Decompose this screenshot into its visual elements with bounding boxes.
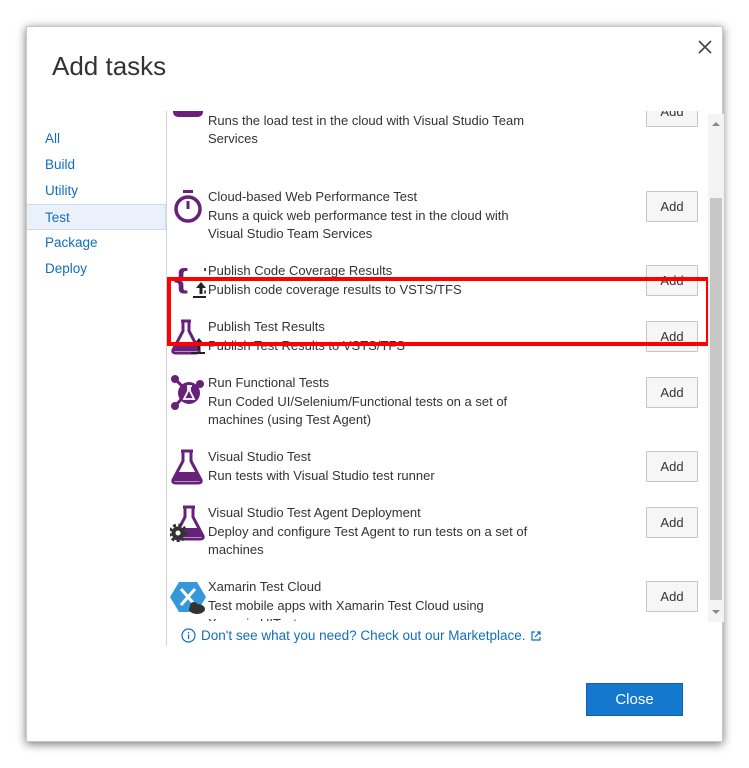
nav-item-build[interactable]: Build: [27, 152, 166, 178]
task-item-cloud-load-test: Runs the load test in the cloud with Vis…: [167, 111, 707, 167]
scroll-down-icon[interactable]: [708, 605, 724, 619]
task-description: Runs a quick web performance test in the…: [208, 208, 509, 241]
task-name: Publish Code Coverage Results: [208, 263, 393, 278]
cloud-load-test-icon: [173, 111, 203, 117]
flask-upload-icon: [171, 319, 205, 355]
task-description: Test mobile apps with Xamarin Test Cloud…: [208, 598, 484, 621]
add-button-visual-studio-test[interactable]: Add: [646, 451, 698, 482]
task-name: Visual Studio Test Agent Deployment: [208, 505, 421, 520]
category-nav: All Build Utility Test Package Deploy: [27, 126, 166, 282]
task-description: Run Coded UI/Selenium/Functional tests o…: [208, 394, 508, 427]
xamarin-icon: [170, 582, 206, 614]
dialog-close-icon[interactable]: [693, 35, 717, 59]
task-description: Publish code coverage results to VSTS/TF…: [208, 282, 462, 297]
add-button-cloud-web-perf-test[interactable]: Add: [646, 191, 698, 222]
add-tasks-dialog: Add tasks All Build Utility Test Package…: [26, 26, 724, 742]
flask-gear-icon: [170, 505, 205, 542]
scroll-up-icon[interactable]: [708, 117, 724, 131]
add-button-publish-test-results[interactable]: Add: [646, 321, 698, 352]
flask-network-icon: [171, 375, 204, 410]
scroll-thumb[interactable]: [710, 198, 722, 600]
nav-item-all[interactable]: All: [27, 126, 166, 152]
task-name: Publish Test Results: [208, 319, 325, 334]
flask-icon: [171, 449, 203, 485]
add-button-publish-code-coverage[interactable]: Add: [646, 265, 698, 296]
external-link-icon: [530, 630, 541, 641]
add-button-cloud-load-test[interactable]: Add: [646, 111, 698, 127]
nav-item-utility[interactable]: Utility: [27, 178, 166, 204]
task-description: Runs the load test in the cloud with Vis…: [208, 113, 525, 146]
task-item-xamarin-test-cloud: Xamarin Test Cloud Test mobile apps with…: [167, 578, 707, 621]
task-name: Visual Studio Test: [208, 449, 311, 464]
curly-braces-upload-icon: { }: [171, 263, 206, 298]
task-description: Run tests with Visual Studio test runner: [208, 468, 435, 483]
stopwatch-icon: [174, 190, 202, 223]
dialog-title: Add tasks: [52, 51, 167, 81]
task-list-scrollbar[interactable]: [708, 114, 724, 622]
nav-item-test[interactable]: Test: [27, 204, 166, 230]
task-description: Publish Test Results to VSTS/TFS: [208, 338, 405, 353]
marketplace-link[interactable]: Don't see what you need? Check out our M…: [181, 628, 547, 643]
task-item-run-functional-tests: Run Functional Tests Run Coded UI/Seleni…: [167, 374, 707, 448]
task-name: Cloud-based Web Performance Test: [208, 189, 418, 204]
task-item-cloud-web-perf-test: Cloud-based Web Performance Test Runs a …: [167, 188, 707, 262]
task-name: Run Functional Tests: [208, 375, 330, 390]
add-button-run-functional-tests[interactable]: Add: [646, 377, 698, 408]
task-description: Deploy and configure Test Agent to run t…: [208, 524, 528, 557]
task-item-vs-test-agent-deployment: Visual Studio Test Agent Deployment Depl…: [167, 504, 707, 578]
add-button-vs-test-agent-deployment[interactable]: Add: [646, 507, 698, 538]
close-button[interactable]: Close: [586, 683, 683, 716]
task-name: Xamarin Test Cloud: [208, 579, 322, 594]
task-list: Runs the load test in the cloud with Vis…: [167, 111, 707, 621]
nav-item-package[interactable]: Package: [27, 230, 166, 256]
info-icon: [181, 628, 196, 643]
add-button-xamarin-test-cloud[interactable]: Add: [646, 581, 698, 612]
marketplace-link-text[interactable]: Don't see what you need? Check out our M…: [201, 628, 526, 643]
nav-item-deploy[interactable]: Deploy: [27, 256, 166, 282]
